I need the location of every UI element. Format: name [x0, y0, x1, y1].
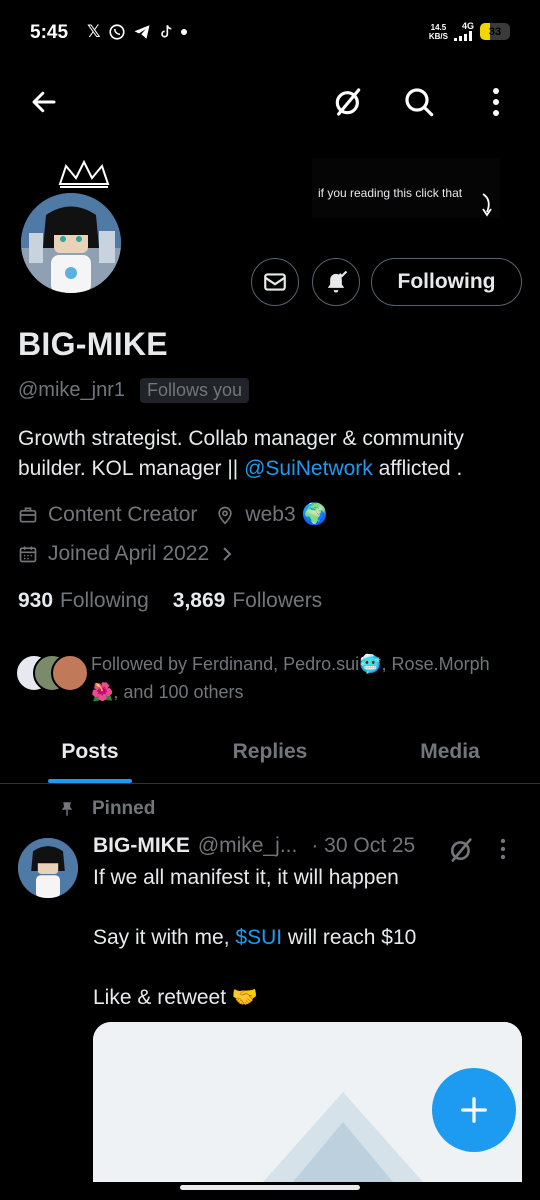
location-pin-icon	[215, 505, 235, 525]
grok-icon	[335, 88, 361, 116]
pinned-label-row: Pinned	[58, 798, 155, 820]
notifications-button[interactable]	[312, 258, 360, 306]
calendar-icon	[18, 544, 38, 564]
cashtag-link[interactable]: $SUI	[235, 926, 282, 949]
profile-tabs: Posts Replies Media	[0, 720, 540, 784]
more-notifications-dot	[180, 29, 187, 35]
status-system-icons: 14.5 KB/S 4G 33	[429, 22, 510, 41]
profession-label: Content Creator	[48, 503, 198, 526]
post-author-handle[interactable]: @mike_j...	[198, 834, 298, 858]
bell-check-icon	[327, 270, 348, 293]
followed-by-avatars[interactable]	[15, 654, 95, 694]
curved-arrow-icon	[482, 193, 492, 217]
joined-row[interactable]: Joined April 2022	[18, 542, 233, 566]
avatar-image	[18, 838, 78, 898]
message-button[interactable]	[251, 258, 299, 306]
bio-text-end: afflicted .	[372, 457, 463, 480]
crown-icon	[58, 160, 110, 188]
status-bar: 5:45 𝕏 14.5 KB/S 4G 33	[0, 0, 540, 66]
follows-you-badge: Follows you	[140, 378, 250, 403]
whatsapp-icon	[109, 24, 125, 40]
avatar-image	[21, 193, 121, 293]
tab-posts[interactable]: Posts	[0, 720, 180, 783]
chevron-right-icon	[221, 545, 233, 563]
compose-button[interactable]	[432, 1068, 516, 1152]
tab-replies[interactable]: Replies	[180, 720, 360, 783]
more-options-button[interactable]	[478, 84, 514, 120]
following-button[interactable]: Following	[371, 258, 522, 306]
telegram-icon	[134, 25, 150, 39]
following-stat[interactable]: 930 Following	[18, 589, 149, 613]
home-indicator[interactable]	[180, 1185, 360, 1190]
back-arrow-icon	[32, 91, 56, 113]
status-notification-icons: 𝕏	[87, 22, 187, 42]
pin-icon	[61, 802, 73, 816]
post-header: BIG-MIKE @mike_j... · 30 Oct 25	[93, 834, 415, 858]
grok-button[interactable]	[330, 84, 366, 120]
post-author-name[interactable]: BIG-MIKE	[93, 834, 190, 858]
tab-media[interactable]: Media	[360, 720, 540, 783]
signal-icon: 4G	[454, 22, 474, 41]
envelope-icon	[264, 273, 286, 291]
header-banner-note[interactable]: if you reading this click that	[312, 158, 500, 218]
network-speed: 14.5 KB/S	[428, 22, 448, 41]
joined-label: Joined April 2022	[48, 542, 210, 565]
location-label: web3 🌍	[245, 503, 328, 526]
followed-by-text[interactable]: Followed by Ferdinand, Pedro.sui🥶, Rose.…	[91, 650, 511, 706]
search-icon	[405, 88, 434, 117]
profile-name: BIG-MIKE	[18, 326, 168, 362]
tiktok-icon	[160, 25, 172, 38]
x-icon: 𝕏	[87, 22, 101, 41]
plus-icon	[461, 1097, 487, 1123]
post-grok-button[interactable]	[447, 836, 475, 869]
more-vertical-icon	[500, 838, 506, 860]
profile-bio: Growth strategist. Collab manager & comm…	[18, 424, 528, 484]
search-button[interactable]	[401, 84, 437, 120]
more-vertical-icon	[493, 88, 499, 116]
post-more-button[interactable]	[500, 838, 506, 865]
post-author-avatar[interactable]	[18, 838, 78, 898]
followers-stat[interactable]: 3,869 Followers	[173, 589, 322, 613]
post-text-line: If we all manifest it, it will happen	[93, 866, 399, 889]
post-text-line: Say it with me, $SUI will reach $10	[93, 926, 417, 949]
profile-avatar[interactable]	[18, 190, 124, 296]
back-button[interactable]	[26, 84, 62, 120]
profile-handle: @mike_jnr1	[18, 379, 126, 401]
profile-meta-row: Content Creator web3 🌍	[18, 503, 328, 527]
header-note-text: if you reading this click that	[318, 186, 463, 200]
pinned-label: Pinned	[92, 798, 156, 819]
briefcase-icon	[18, 505, 38, 525]
follower-avatar	[51, 654, 89, 692]
post-text-line: Like & retweet 🤝	[93, 986, 259, 1009]
follow-stats: 930 Following 3,869 Followers	[18, 589, 322, 613]
status-time: 5:45	[30, 22, 69, 43]
battery-icon: 33	[480, 23, 510, 40]
bio-mention-link[interactable]: @SuiNetwork	[244, 457, 373, 480]
post-date[interactable]: · 30 Oct 25	[311, 834, 415, 858]
grok-icon	[450, 838, 472, 862]
